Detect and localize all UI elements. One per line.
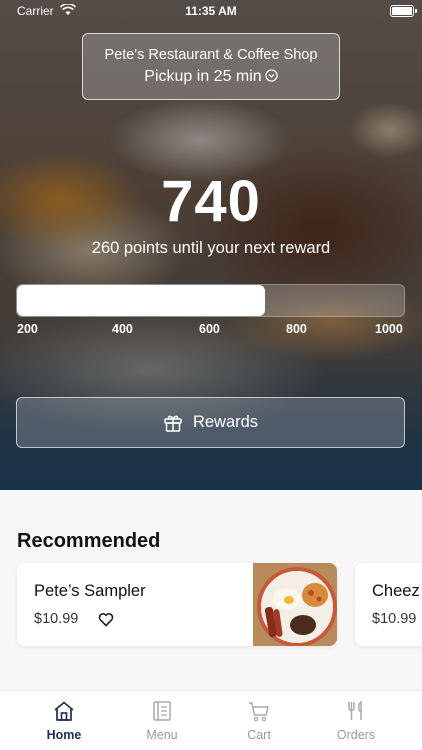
heart-icon[interactable] — [98, 612, 114, 627]
rewards-label: Rewards — [192, 413, 259, 431]
product-name: Cheez — [372, 582, 420, 600]
battery-icon — [390, 5, 417, 17]
chevron-down-icon — [265, 69, 278, 82]
tab-bar: Home Menu Cart Orders — [0, 690, 422, 750]
product-card[interactable]: Cheez $10.99 — [355, 563, 422, 646]
tab-cart[interactable]: Cart — [209, 691, 309, 750]
progress-tick: 200 — [17, 322, 38, 336]
pickup-label: Pickup in 25 min — [144, 68, 262, 85]
points-value: 740 — [161, 169, 261, 234]
product-card[interactable]: Pete’s Sampler $10.99 — [17, 563, 337, 646]
points-progress-fill — [17, 285, 265, 316]
progress-tick: 600 — [199, 322, 220, 336]
cart-icon — [249, 702, 269, 722]
gift-icon — [164, 415, 182, 432]
status-time: 11:35 AM — [185, 4, 237, 18]
points-progress-bar — [16, 284, 405, 317]
product-image — [253, 563, 337, 646]
orders-icon — [348, 700, 362, 720]
status-bar: Carrier 11:35 AM — [0, 0, 422, 22]
points-caption: 260 points until your next reward — [91, 239, 331, 257]
rewards-button[interactable]: Rewards — [16, 397, 405, 448]
tab-label: Menu — [146, 728, 178, 742]
product-price: $10.99 — [34, 611, 79, 627]
progress-tick: 1000 — [375, 322, 403, 336]
progress-tick: 800 — [286, 322, 307, 336]
tab-label: Orders — [336, 728, 376, 742]
pickup-time: Pickup in 25 min — [83, 68, 339, 86]
tab-menu[interactable]: Menu — [112, 691, 212, 750]
restaurant-selector[interactable]: Pete's Restaurant & Coffee Shop Pickup i… — [82, 33, 340, 100]
menu-icon — [153, 701, 171, 721]
tab-label: Home — [46, 728, 82, 742]
product-price: $10.99 — [372, 611, 417, 627]
progress-tick: 400 — [112, 322, 133, 336]
home-icon — [54, 701, 74, 721]
tab-label: Cart — [247, 728, 271, 742]
tab-home[interactable]: Home — [14, 691, 114, 750]
product-name: Pete’s Sampler — [34, 582, 146, 600]
restaurant-name: Pete's Restaurant & Coffee Shop — [104, 47, 318, 63]
tab-orders[interactable]: Orders — [306, 691, 406, 750]
recommended-title: Recommended — [17, 530, 161, 552]
